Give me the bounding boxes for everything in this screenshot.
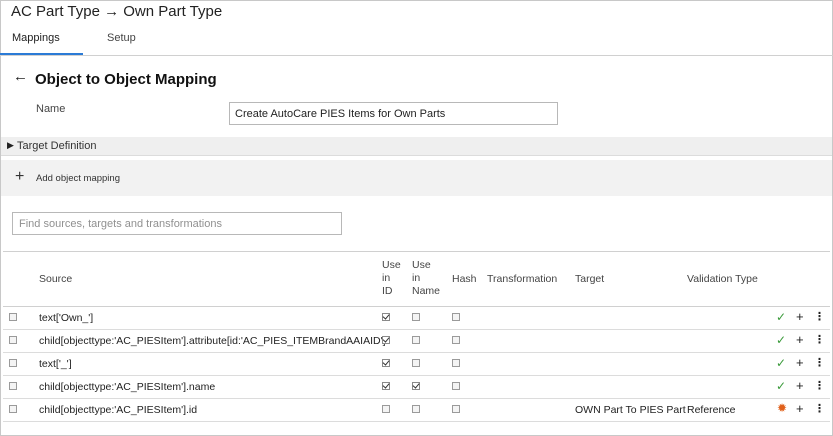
caret-right-icon: ▶ — [7, 140, 14, 150]
target-definition-toggle[interactable]: ▶ Target Definition — [1, 137, 832, 156]
plus-icon[interactable]: + — [796, 378, 804, 393]
table-header: Source Use in ID Use in Name Hash Transf… — [3, 252, 830, 307]
hash-checkbox[interactable] — [452, 359, 460, 367]
source-cell: child[objecttype:'AC_PIESItem'].id — [39, 404, 198, 416]
header-target: Target — [575, 273, 605, 285]
header-transformation: Transformation — [487, 273, 558, 285]
header-source: Source — [39, 273, 73, 285]
header-use-in-id: Use in ID — [382, 259, 401, 298]
more-options-icon[interactable]: ⋮ — [814, 379, 825, 392]
header-use-in-id-line3: ID — [382, 285, 393, 297]
check-icon: ✓ — [776, 356, 787, 370]
use-in-name-checkbox[interactable] — [412, 382, 420, 390]
use-in-name-checkbox[interactable] — [412, 359, 420, 367]
row-select-checkbox[interactable] — [9, 382, 17, 390]
page-title: Object to Object Mapping — [35, 71, 217, 88]
use-in-id-checkbox[interactable] — [382, 359, 390, 367]
use-in-id-checkbox[interactable] — [382, 336, 390, 344]
check-icon: ✓ — [776, 310, 787, 324]
use-in-id-checkbox[interactable] — [382, 382, 390, 390]
hash-checkbox[interactable] — [452, 382, 460, 390]
use-in-name-checkbox[interactable] — [412, 313, 420, 321]
row-select-checkbox[interactable] — [9, 336, 17, 344]
row-select-checkbox[interactable] — [9, 359, 17, 367]
header-validation-type: Validation Type — [687, 273, 758, 285]
more-options-icon[interactable]: ⋮ — [814, 356, 825, 369]
source-cell: child[objecttype:'AC_PIESItem'].attribut… — [39, 335, 386, 347]
use-in-id-checkbox[interactable] — [382, 313, 390, 321]
hash-checkbox[interactable] — [452, 405, 460, 413]
name-label: Name — [36, 103, 66, 115]
row-select-checkbox[interactable] — [9, 313, 17, 321]
hash-checkbox[interactable] — [452, 313, 460, 321]
more-options-icon[interactable]: ⋮ — [814, 333, 825, 346]
plus-icon[interactable]: + — [796, 332, 804, 347]
add-mapping-bar: + Add object mapping — [1, 160, 832, 196]
app-title: AC Part Type → Own Part Type — [11, 3, 223, 20]
check-icon: ✓ — [776, 379, 787, 393]
validation-type-cell: Reference — [687, 404, 736, 416]
use-in-name-checkbox[interactable] — [412, 405, 420, 413]
more-options-icon[interactable]: ⋮ — [814, 402, 825, 415]
arrow-left-icon[interactable]: ← — [13, 68, 28, 85]
use-in-id-checkbox[interactable] — [382, 405, 390, 413]
tab-mappings[interactable]: Mappings — [12, 32, 60, 44]
source-cell: child[objecttype:'AC_PIESItem'].name — [39, 381, 216, 393]
table-row[interactable]: text['Own_'] ✓ + ⋮ — [3, 307, 830, 330]
header-use-in-name-line2: in — [412, 272, 421, 284]
tab-setup[interactable]: Setup — [107, 32, 136, 44]
header-use-in-id-line2: in — [382, 272, 391, 284]
active-tab-indicator — [0, 53, 83, 55]
plus-icon[interactable]: + — [15, 168, 24, 186]
header-use-in-name-line1: Use — [412, 259, 431, 271]
header-use-in-name-line3: Name — [412, 285, 441, 297]
plus-icon[interactable]: + — [796, 309, 804, 324]
header-use-in-id-line1: Use — [382, 259, 401, 271]
use-in-name-checkbox[interactable] — [412, 336, 420, 344]
gear-warning-icon: ✹ — [777, 401, 788, 415]
header-hash: Hash — [452, 273, 477, 285]
source-cell: text['_'] — [39, 358, 72, 370]
more-options-icon[interactable]: ⋮ — [814, 310, 825, 323]
plus-icon[interactable]: + — [796, 355, 804, 370]
search-input[interactable] — [12, 212, 342, 235]
table-row[interactable]: text['_'] ✓ + ⋮ — [3, 353, 830, 376]
table-row[interactable]: child[objecttype:'AC_PIESItem'].name ✓ + ⋮ — [3, 376, 830, 399]
mapping-table: Source Use in ID Use in Name Hash Transf… — [3, 251, 830, 422]
table-row[interactable]: child[objecttype:'AC_PIESItem'].attribut… — [3, 330, 830, 353]
check-icon: ✓ — [776, 333, 787, 347]
table-row[interactable]: child[objecttype:'AC_PIESItem'].id OWN Pa… — [3, 399, 830, 422]
row-select-checkbox[interactable] — [9, 405, 17, 413]
name-input[interactable] — [229, 102, 558, 125]
add-object-mapping-button[interactable]: Add object mapping — [36, 173, 120, 184]
tab-bar: Mappings Setup — [0, 28, 833, 56]
hash-checkbox[interactable] — [452, 336, 460, 344]
plus-icon[interactable]: + — [796, 401, 804, 416]
source-cell: text['Own_'] — [39, 312, 94, 324]
target-cell: OWN Part To PIES Part — [575, 404, 686, 416]
target-definition-label: Target Definition — [17, 140, 97, 152]
header-use-in-name: Use in Name — [412, 259, 440, 298]
